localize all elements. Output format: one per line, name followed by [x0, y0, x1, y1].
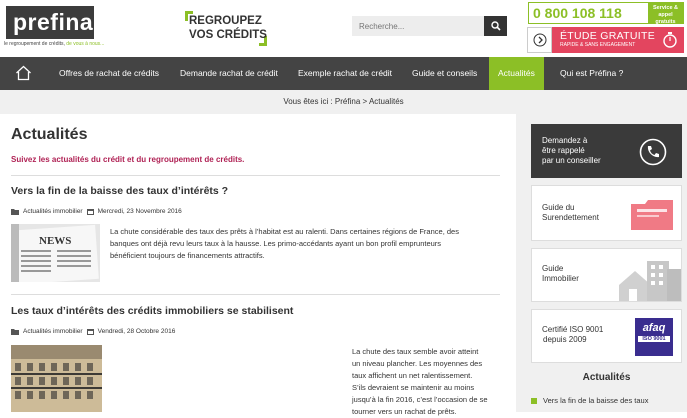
- phone-circle-icon: [639, 138, 667, 166]
- bullet-icon: [531, 398, 537, 404]
- arrow-circle-icon: [527, 27, 552, 53]
- buildings-icon: [619, 261, 681, 301]
- excerpt-line: un niveau plancher. Les moyennes des: [352, 359, 483, 368]
- breadcrumb: Vous êtes ici : Préfina > Actualités: [0, 90, 687, 114]
- article-category[interactable]: Actualités immobilier: [23, 328, 83, 335]
- excerpt-line: S’ils devraient se maintenir au moins: [352, 383, 475, 392]
- search-button[interactable]: [484, 16, 507, 36]
- iso-line: depuis 2009: [543, 335, 587, 344]
- callback-line: par un conseiller: [542, 156, 601, 165]
- phone-box[interactable]: 0 800 108 118 Service & appel gratuits: [528, 2, 684, 25]
- article-excerpt-2: La chute des taux semble avoir atteint u…: [352, 346, 488, 418]
- sidebar-news-heading: Actualités: [582, 372, 631, 383]
- excerpt-line: bénéficient toujours de financements att…: [110, 251, 265, 260]
- page-intro: Suivez les actualités du crédit et du re…: [11, 155, 245, 164]
- nav-item-exemple[interactable]: Exemple rachat de crédit: [298, 57, 392, 90]
- afaq-logo: afaq ISO 9001: [635, 318, 673, 356]
- excerpt-line: La chute des taux semble avoir atteint: [352, 347, 479, 356]
- page-title: Actualités: [11, 126, 88, 143]
- site-header: prefina le regroupement de crédits, de v…: [0, 0, 687, 57]
- tagline-part-2: de vous à nous...: [66, 41, 105, 47]
- immobilier-line: Immobilier: [542, 274, 579, 283]
- main-nav: Offres de rachat de crédits Demande rach…: [0, 57, 687, 90]
- etude-subtitle: RAPIDE & SANS ENGAGEMENT: [560, 42, 636, 48]
- callback-line: Demandez à: [542, 136, 588, 145]
- phone-tag: Service & appel gratuits: [648, 3, 683, 25]
- calendar-icon: [86, 209, 94, 215]
- iso-label: Certifié ISO 9001 depuis 2009: [542, 325, 603, 345]
- excerpt-line: tourner vers un rachat de prêts.: [352, 407, 457, 416]
- slogan-line-2: VOS CRÉDITS: [189, 29, 267, 41]
- home-icon: [16, 65, 31, 81]
- article-meta-2: Actualités immobilier Vendredi, 28 Octob…: [11, 328, 175, 335]
- slogan-text: REGROUPEZ VOS CRÉDITS: [189, 14, 267, 42]
- folder-icon: [11, 209, 19, 215]
- surendettement-line: Guide du: [542, 203, 575, 212]
- nav-item-actualites[interactable]: Actualités: [489, 57, 544, 90]
- breadcrumb-prefix: Vous êtes ici :: [283, 97, 333, 106]
- nav-item-demande[interactable]: Demande rachat de crédit: [180, 57, 278, 90]
- nav-home[interactable]: [15, 65, 32, 86]
- nav-item-guide[interactable]: Guide et conseils: [412, 57, 477, 90]
- nav-item-offres[interactable]: Offres de rachat de crédits: [59, 57, 159, 90]
- breadcrumb-separator: >: [362, 97, 368, 106]
- article-thumbnail-1[interactable]: NEWS: [11, 224, 100, 282]
- article-thumbnail-2[interactable]: [11, 345, 102, 412]
- search-input[interactable]: [352, 16, 484, 36]
- nav-item-qui-est[interactable]: Qui est Préfina ?: [560, 57, 623, 90]
- excerpt-line: taux affichent un net ralentissement.: [352, 371, 473, 380]
- search-icon: [490, 21, 501, 31]
- divider: [11, 294, 500, 295]
- news-text: NEWS: [39, 235, 71, 247]
- stopwatch-icon: [663, 32, 677, 48]
- iso-line: Certifié ISO 9001: [542, 325, 604, 334]
- surendettement-label: Guide du Surendettement: [542, 203, 599, 223]
- sidebar-news-item[interactable]: Vers la fin de la baisse des taux: [531, 396, 648, 405]
- prefina-logo[interactable]: prefina: [6, 6, 94, 39]
- guide-immobilier-box[interactable]: Guide Immobilier: [531, 248, 682, 302]
- breadcrumb-current: Actualités: [368, 97, 404, 106]
- slogan-line-1: REGROUPEZ: [189, 15, 262, 27]
- excerpt-line: jusqu’à la fin 2016, c’est l’occasion de…: [352, 395, 488, 404]
- sidebar-news-item-label[interactable]: Vers la fin de la baisse des taux: [543, 396, 648, 405]
- logo-text: prefina: [13, 9, 94, 35]
- breadcrumb-home-link[interactable]: Préfina: [335, 97, 360, 106]
- divider: [11, 175, 500, 176]
- immobilier-label: Guide Immobilier: [542, 264, 579, 284]
- afaq-text: afaq: [642, 322, 666, 334]
- article-category[interactable]: Actualités immobilier: [23, 208, 83, 215]
- immobilier-line: Guide: [542, 264, 564, 273]
- phone-tag-line-2: gratuits: [655, 19, 676, 25]
- phone-number[interactable]: 0 800 108 118: [533, 5, 622, 21]
- excerpt-line: La chute considérable des taux des prêts…: [110, 227, 459, 236]
- callback-label: Demandez à être rappelé par un conseille…: [542, 136, 601, 166]
- surendettement-line: Surendettement: [542, 213, 599, 222]
- guide-surendettement-box[interactable]: Guide du Surendettement: [531, 185, 682, 241]
- phone-tag-line-1: Service & appel: [652, 5, 679, 18]
- article-date: Mercredi, 23 Novembre 2016: [97, 208, 182, 215]
- iso-certification-box[interactable]: Certifié ISO 9001 depuis 2009 afaq ISO 9…: [531, 309, 682, 363]
- article-title-2[interactable]: Les taux d’intérêts des crédits immobili…: [11, 305, 293, 317]
- folder-icon: [11, 329, 19, 335]
- etude-gratuite-button[interactable]: ÉTUDE GRATUITE RAPIDE & SANS ENGAGEMENT: [527, 27, 684, 53]
- etude-title: ÉTUDE GRATUITE: [560, 30, 656, 42]
- logo-tagline: le regroupement de crédits, de vous à no…: [4, 41, 104, 47]
- folder-document-icon: [631, 200, 673, 230]
- article-excerpt-1: La chute considérable des taux des prêts…: [110, 226, 459, 262]
- afaq-sub: ISO 9001: [638, 336, 670, 342]
- tagline-part-1: le regroupement de crédits,: [4, 41, 65, 47]
- excerpt-line: banques ont déjà revu leurs taux à la ha…: [110, 239, 442, 248]
- calendar-icon: [86, 329, 94, 335]
- article-meta-1: Actualités immobilier Mercredi, 23 Novem…: [11, 208, 182, 215]
- callback-box[interactable]: Demandez à être rappelé par un conseille…: [531, 124, 682, 178]
- article-title-1[interactable]: Vers la fin de la baisse des taux d’inté…: [11, 185, 228, 197]
- slogan-block: REGROUPEZ VOS CRÉDITS: [185, 11, 267, 46]
- callback-line: être rappelé: [542, 146, 585, 155]
- article-date: Vendredi, 28 Octobre 2016: [97, 328, 176, 335]
